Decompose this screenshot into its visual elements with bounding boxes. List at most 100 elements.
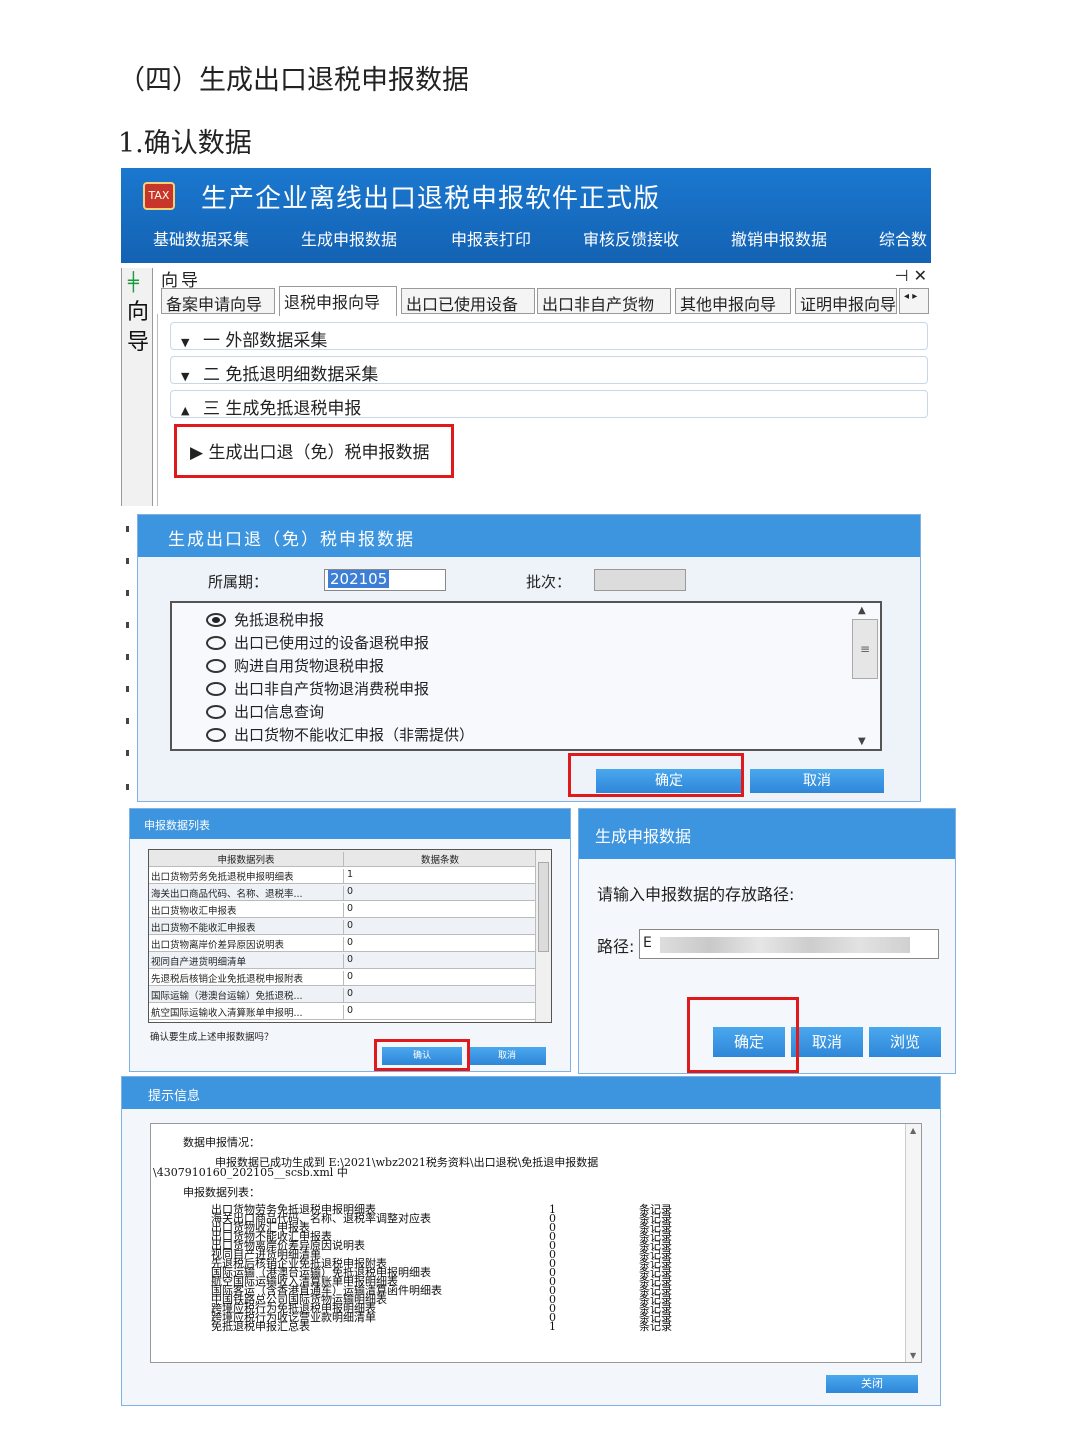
menu-item-generate-data[interactable]: 生成申报数据 [301,226,397,250]
path-input[interactable]: E [639,929,939,959]
success-line-2: \4307910160_202105__scsb.xml 中 [153,1166,348,1179]
menu-item-basic-data[interactable]: 基础数据采集 [153,226,249,250]
table-row[interactable]: 出口货物劳务免抵退税申报明细表 1 [149,867,535,884]
cancel-button[interactable]: 取消 [468,1047,546,1065]
row-name: 出口货物劳务免抵退税申报明细表 [151,872,294,883]
options-scrollbar[interactable]: ▲ ≡ ▼ [850,603,880,749]
table-row[interactable]: 出口货物不能收汇申报表 0 [149,918,535,935]
generate-declaration-item[interactable]: ▶ 生成出口退（免）税申报数据 [174,424,454,478]
table-row[interactable]: 先退税后核销企业免抵退税申报附表 0 [149,969,535,986]
option-label: 出口非自产货物退消费税申报 [234,680,430,698]
redacted-path [660,937,910,953]
menu-item-feedback[interactable]: 审核反馈接收 [583,226,679,250]
sub-item-label: 生成出口退（免）税申报数据 [208,443,430,463]
highlight-box [374,1039,470,1071]
tab-non-self-goods[interactable]: 出口非自产货物 [537,288,671,314]
accordion-generate-declaration[interactable]: ▲ 三 生成免抵退税申报 [170,390,928,419]
option-self-use-goods[interactable]: 购进自用货物退税申报 [206,655,384,676]
row-name: 出口货物收汇申报表 [151,906,237,917]
save-path-dialog: 生成申报数据 请输入申报数据的存放路径: 路径: E 确定 取消 浏览 [578,808,956,1074]
row-count: 0 [343,971,533,985]
path-prompt: 请输入申报数据的存放路径: [597,885,795,904]
scroll-thumb[interactable]: ≡ [852,619,878,679]
row-name: 海关出口商品代码、名称、退税率... [151,889,303,900]
table-row[interactable]: 视同自产进货明细清单 0 [149,952,535,969]
radio-icon [206,705,226,719]
chevron-down-icon: ▼ [181,370,190,383]
table-row[interactable]: 出口货物离岸价差异原因说明表 0 [149,935,535,952]
option-consumption-tax[interactable]: 出口非自产货物退消费税申报 [206,678,429,699]
row-count: 0 [343,903,533,917]
menu-item-comprehensive[interactable]: 综合数 [879,226,927,250]
app-title-bar: TAX 生产企业离线出口退税申报软件正式版 基础数据采集 生成申报数据 申报表打… [121,168,931,263]
batch-input[interactable] [594,569,686,591]
tab-other-guide[interactable]: 其他申报向导 [675,288,791,314]
table-row[interactable]: 海关出口商品代码、名称、退税率... 0 [149,884,535,901]
scroll-thumb[interactable] [538,862,549,952]
accordion-external-data[interactable]: ▼ 一 外部数据采集 [170,322,928,351]
row-count: 1 [343,869,533,883]
browse-button[interactable]: 浏览 [869,1027,941,1057]
dialog-title: 生成申报数据 [579,809,955,859]
row-name: 航空国际运输收入清算账单申报明... [151,1008,303,1019]
cancel-button[interactable]: 取消 [791,1027,863,1057]
menu-item-print[interactable]: 申报表打印 [451,226,531,250]
tab-refund-guide[interactable]: 退税申报向导 [279,286,397,316]
row-count: 0 [343,920,533,934]
option-label: 出口货物不能收汇申报（非需提供） [234,726,475,744]
dialog-title: 生成出口退（免）税申报数据 [138,515,920,557]
left-strip [121,510,135,802]
option-export-info-query[interactable]: 出口信息查询 [206,701,324,722]
tab-certificate-guide[interactable]: 证明申报向导 [795,288,897,314]
play-arrow-icon: ▶ [190,443,204,463]
table-header: 申报数据列表 数据条数 [149,850,535,867]
scroll-down-icon[interactable]: ▼ [910,1351,916,1360]
tab-filing[interactable]: 备案申请向导 [161,288,275,314]
data-table: 申报数据列表 数据条数 出口货物劳务免抵退税申报明细表 1 海关出口商品代码、名称… [148,849,552,1023]
row-name: 出口货物不能收汇申报表 [151,923,256,934]
scroll-down-icon[interactable]: ▼ [858,736,866,747]
tab-scroll-arrows-icon[interactable]: ◂ ▸ [899,288,929,314]
accordion-detail-collection[interactable]: ▼ 二 免抵退明细数据采集 [170,356,928,385]
menu-item-revoke[interactable]: 撤销申报数据 [731,226,827,250]
row-count: 0 [343,886,533,900]
accordion-label: 三 生成免抵退税申报 [203,399,362,419]
pin-icon: ╪ [128,272,139,293]
summary-label: 数据申报情况： [183,1136,260,1149]
radio-icon [206,659,226,673]
period-value: 202105 [328,570,390,588]
radio-icon [206,682,226,696]
list-label: 申报数据列表： [183,1186,260,1199]
row-count: 1 [549,1320,556,1333]
table-row[interactable]: 出口货物收汇申报表 0 [149,901,535,918]
close-button[interactable]: 关闭 [826,1375,918,1393]
main-menu: 基础数据采集 生成申报数据 申报表打印 审核反馈接收 撤销申报数据 综合数 [121,222,931,252]
table-row[interactable]: 国际运输（港澳台运输）免抵退税... 0 [149,986,535,1003]
pin-close-icon[interactable]: ⊣ ✕ [895,266,927,285]
scroll-up-icon[interactable]: ▲ [910,1126,916,1135]
scroll-up-icon[interactable]: ▲ [858,605,866,616]
path-value: E [643,935,652,951]
row-count: 0 [343,954,533,968]
side-guide-tab[interactable]: ╪ 向导 [121,268,153,506]
period-input[interactable]: 202105 [324,569,446,591]
confirm-question: 确认要生成上述申报数据吗？ [150,1032,274,1043]
generate-declaration-dialog: 生成出口退（免）税申报数据 所属期： 202105 批次： 免抵退税申报 出口已… [121,510,921,802]
option-label: 免抵退税申报 [234,611,325,629]
option-used-equipment[interactable]: 出口已使用过的设备退税申报 [206,632,429,653]
chevron-down-icon: ▼ [181,336,190,349]
tab-used-equipment[interactable]: 出口已使用设备 [401,288,535,314]
chevron-up-icon: ▲ [181,404,190,417]
header-name: 申报数据列表 [217,855,275,866]
table-row[interactable]: 航空国际运输收入清算账单申报明... 0 [149,1003,535,1020]
guide-tabs: 备案申请向导 退税申报向导 出口已使用设备 出口非自产货物 其他申报向导 证明申… [161,286,931,316]
option-no-remittance[interactable]: 出口货物不能收汇申报（非需提供） [206,724,474,745]
option-tax-refund[interactable]: 免抵退税申报 [206,609,324,630]
info-scrollbar[interactable]: ▲ ▼ [905,1124,921,1362]
cancel-button[interactable]: 取消 [750,769,884,793]
highlight-box [568,753,744,797]
highlight-box [687,997,799,1073]
table-scrollbar[interactable] [535,850,551,1022]
side-tab-label: 向导 [126,300,149,355]
dialog-title: 提示信息 [122,1077,940,1109]
